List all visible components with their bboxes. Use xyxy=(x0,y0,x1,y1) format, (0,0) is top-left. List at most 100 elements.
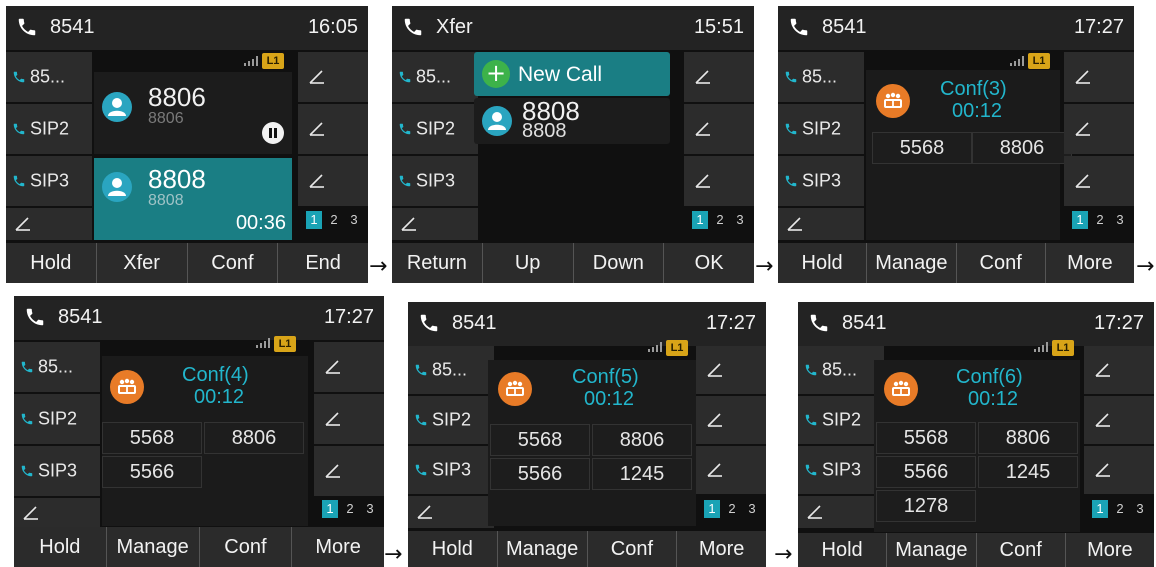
line-key-1[interactable]: 85... xyxy=(778,52,864,102)
line-key-1[interactable]: 85... xyxy=(14,342,100,392)
right-key-2[interactable] xyxy=(1084,396,1154,444)
hold-softkey[interactable]: Hold xyxy=(6,243,96,283)
right-key-1[interactable] xyxy=(298,52,368,102)
manage-softkey[interactable]: Manage xyxy=(886,533,975,567)
line-key-2[interactable]: SIP2 xyxy=(6,104,92,154)
page-3[interactable]: 3 xyxy=(1112,211,1128,229)
page-1[interactable]: 1 xyxy=(1072,211,1088,229)
xfer-softkey[interactable]: Xfer xyxy=(95,243,187,283)
more-softkey[interactable]: More xyxy=(291,527,384,567)
right-key-3[interactable] xyxy=(314,446,384,496)
conf-softkey[interactable]: Conf xyxy=(198,527,292,567)
line-key-4[interactable] xyxy=(798,496,884,528)
right-key-2[interactable] xyxy=(696,396,766,444)
call-item-held[interactable]: 8806 8806 xyxy=(94,72,292,154)
conference-member[interactable]: 5568 xyxy=(490,424,590,456)
page-1[interactable]: 1 xyxy=(306,211,322,229)
right-key-3[interactable] xyxy=(1064,156,1134,206)
page-1[interactable]: 1 xyxy=(692,211,708,229)
conference-member[interactable]: 8806 xyxy=(204,422,304,454)
line-key-1[interactable]: 85... xyxy=(6,52,92,102)
conference-member[interactable]: 5566 xyxy=(876,456,976,488)
right-key-2[interactable] xyxy=(684,104,754,154)
right-key-1[interactable] xyxy=(1084,346,1154,394)
page-3[interactable]: 3 xyxy=(744,500,760,518)
conference-member[interactable]: 1278 xyxy=(876,490,976,522)
conference-member[interactable]: 1245 xyxy=(978,456,1078,488)
up-softkey[interactable]: Up xyxy=(481,243,573,283)
right-key-1[interactable] xyxy=(684,52,754,102)
line-key-3[interactable]: SIP3 xyxy=(798,446,884,494)
conference-member[interactable]: 8806 xyxy=(978,422,1078,454)
down-softkey[interactable]: Down xyxy=(572,243,664,283)
more-softkey[interactable]: More xyxy=(1064,533,1154,567)
call-item[interactable]: 8808 8808 xyxy=(474,96,670,144)
manage-softkey[interactable]: Manage xyxy=(496,531,587,567)
page-indicator[interactable]: 1 2 3 xyxy=(704,500,760,518)
line-key-4[interactable] xyxy=(408,496,494,528)
line-key-4[interactable] xyxy=(778,208,864,240)
page-1[interactable]: 1 xyxy=(704,500,720,518)
conference-member[interactable]: 5568 xyxy=(876,422,976,454)
conference-member[interactable]: 5566 xyxy=(102,456,202,488)
manage-softkey[interactable]: Manage xyxy=(105,527,199,567)
right-key-2[interactable] xyxy=(298,104,368,154)
page-indicator[interactable]: 1 2 3 xyxy=(1092,500,1148,518)
conference-member[interactable]: 8806 xyxy=(592,424,692,456)
page-3[interactable]: 3 xyxy=(346,211,362,229)
conf-softkey[interactable]: Conf xyxy=(955,243,1045,283)
line-key-4[interactable] xyxy=(14,498,100,528)
line-key-2[interactable]: SIP2 xyxy=(408,396,494,444)
line-key-1[interactable]: 85... xyxy=(798,346,884,394)
page-indicator[interactable]: 1 2 3 xyxy=(1072,211,1128,229)
hold-softkey[interactable]: Hold xyxy=(408,531,497,567)
line-key-3[interactable]: SIP3 xyxy=(14,446,100,496)
line-key-3[interactable]: SIP3 xyxy=(392,156,478,206)
right-key-3[interactable] xyxy=(1084,446,1154,494)
page-2[interactable]: 2 xyxy=(1112,500,1128,518)
hold-softkey[interactable]: Hold xyxy=(14,527,106,567)
right-key-2[interactable] xyxy=(314,394,384,444)
line-key-3[interactable]: SIP3 xyxy=(778,156,864,206)
conf-softkey[interactable]: Conf xyxy=(186,243,278,283)
page-2[interactable]: 2 xyxy=(342,500,358,518)
conference-member[interactable]: 5568 xyxy=(102,422,202,454)
manage-softkey[interactable]: Manage xyxy=(866,243,955,283)
more-softkey[interactable]: More xyxy=(1044,243,1134,283)
hold-softkey[interactable]: Hold xyxy=(798,533,886,567)
line-key-2[interactable]: SIP2 xyxy=(798,396,884,444)
call-item-active[interactable]: 8808 8808 00:36 xyxy=(94,158,292,240)
page-2[interactable]: 2 xyxy=(1092,211,1108,229)
line-key-1[interactable]: 85... xyxy=(408,346,494,394)
right-key-1[interactable] xyxy=(696,346,766,394)
conference-member[interactable]: 5568 xyxy=(872,132,972,164)
right-key-2[interactable] xyxy=(1064,104,1134,154)
page-2[interactable]: 2 xyxy=(712,211,728,229)
line-key-4[interactable] xyxy=(6,208,92,240)
line-key-3[interactable]: SIP3 xyxy=(6,156,92,206)
line-key-2[interactable]: SIP2 xyxy=(778,104,864,154)
right-key-3[interactable] xyxy=(684,156,754,206)
hold-softkey[interactable]: Hold xyxy=(778,243,866,283)
line-key-1[interactable]: 85... xyxy=(392,52,478,102)
conference-member[interactable]: 5566 xyxy=(490,458,590,490)
conf-softkey[interactable]: Conf xyxy=(586,531,677,567)
ok-softkey[interactable]: OK xyxy=(663,243,754,283)
line-key-3[interactable]: SIP3 xyxy=(408,446,494,494)
right-key-1[interactable] xyxy=(1064,52,1134,102)
line-key-2[interactable]: SIP2 xyxy=(392,104,478,154)
page-1[interactable]: 1 xyxy=(1092,500,1108,518)
conference-panel[interactable]: Conf(5) 00:12 5568 8806 5566 1245 xyxy=(488,360,696,526)
right-key-3[interactable] xyxy=(298,156,368,206)
page-2[interactable]: 2 xyxy=(326,211,342,229)
page-1[interactable]: 1 xyxy=(322,500,338,518)
end-softkey[interactable]: End xyxy=(277,243,368,283)
conference-panel[interactable]: Conf(3) 00:12 5568 8806 xyxy=(866,70,1072,240)
return-softkey[interactable]: Return xyxy=(392,243,482,283)
page-3[interactable]: 3 xyxy=(732,211,748,229)
conference-member[interactable]: 8806 xyxy=(972,132,1072,164)
new-call-item[interactable]: + New Call xyxy=(474,52,670,96)
conference-panel[interactable]: Conf(4) 00:12 5568 8806 5566 xyxy=(102,356,308,526)
page-2[interactable]: 2 xyxy=(724,500,740,518)
page-3[interactable]: 3 xyxy=(1132,500,1148,518)
